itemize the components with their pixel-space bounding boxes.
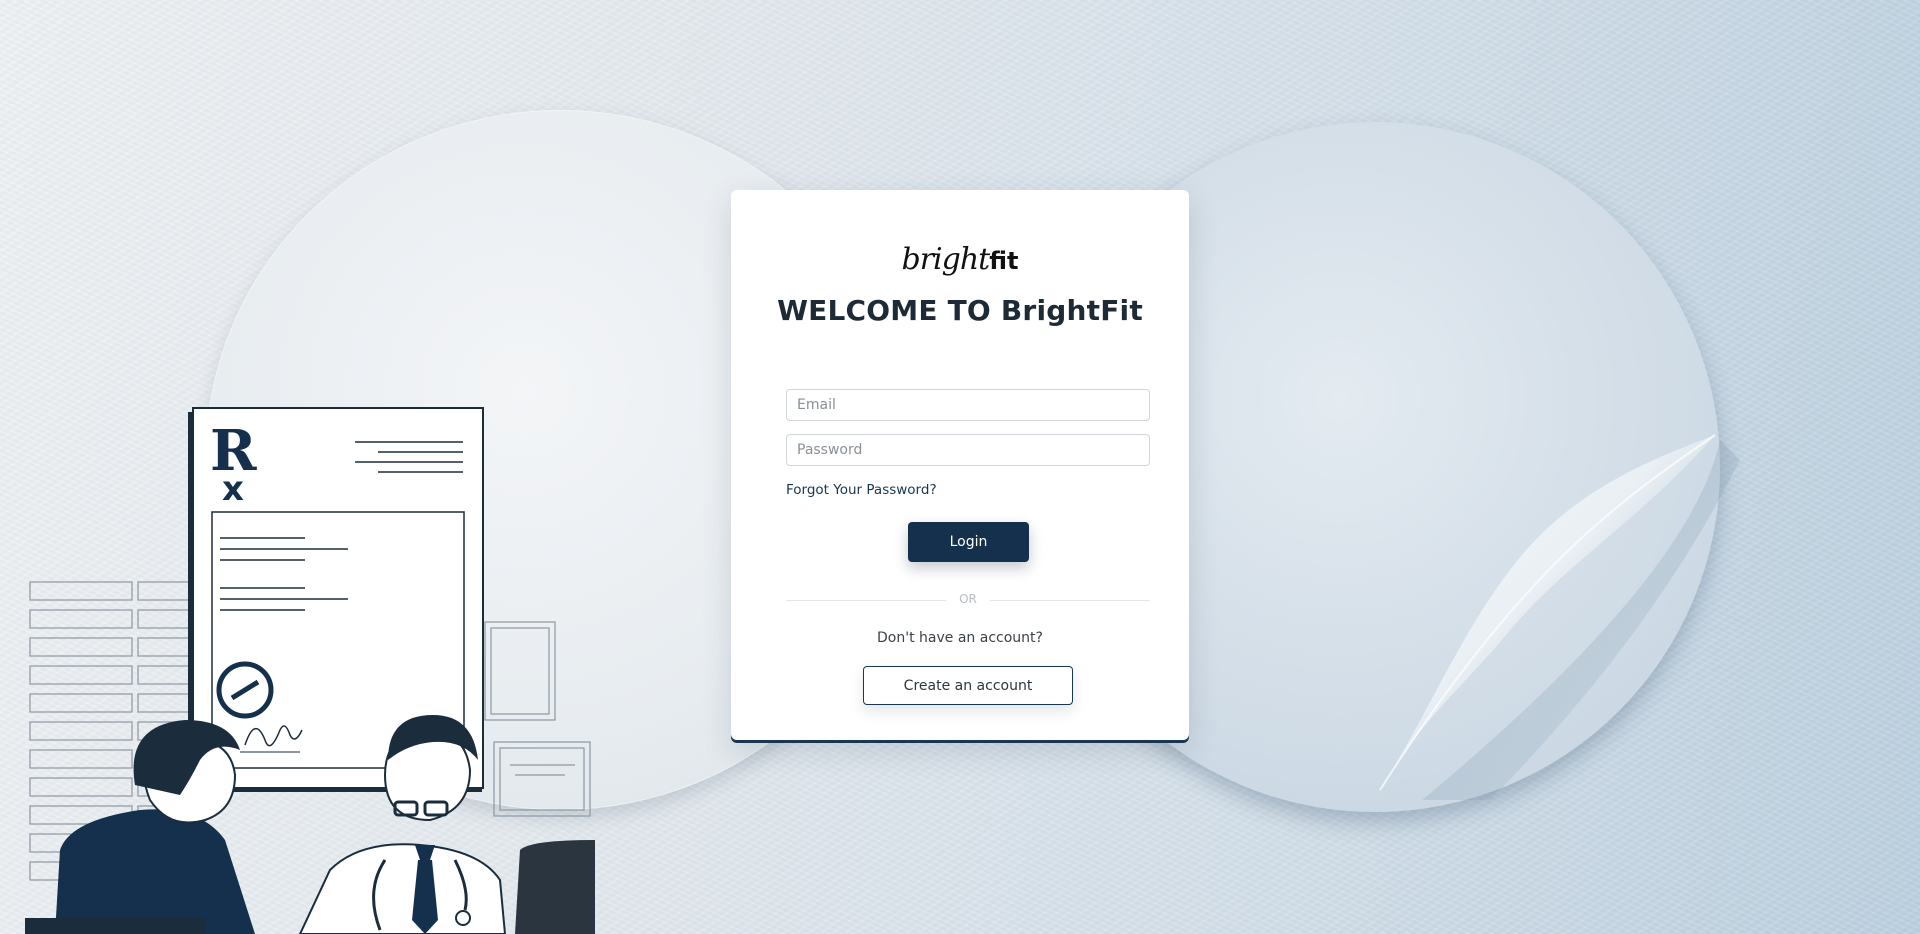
patient-figure bbox=[25, 720, 255, 934]
no-account-text: Don't have an account? bbox=[877, 630, 1043, 646]
doctor-patient-illustration: R x bbox=[25, 407, 595, 934]
forgot-password-link[interactable]: Forgot Your Password? bbox=[786, 482, 937, 498]
page-title: WELCOME TO BrightFit bbox=[777, 294, 1143, 327]
login-card: brightfit WELCOME TO BrightFit Forgot Yo… bbox=[731, 190, 1189, 740]
svg-text:x: x bbox=[222, 469, 244, 509]
email-field[interactable] bbox=[786, 389, 1150, 421]
or-divider: OR bbox=[786, 592, 1150, 608]
create-account-button[interactable]: Create an account bbox=[863, 666, 1073, 705]
divider-text: OR bbox=[959, 592, 977, 606]
logo-bold-text: fit bbox=[989, 247, 1019, 275]
logo-script-text: bright bbox=[901, 242, 991, 277]
login-button[interactable]: Login bbox=[908, 522, 1029, 562]
brightfit-logo: brightfit bbox=[731, 240, 1189, 280]
divider-line-right bbox=[990, 600, 1150, 601]
password-field[interactable] bbox=[786, 434, 1150, 466]
